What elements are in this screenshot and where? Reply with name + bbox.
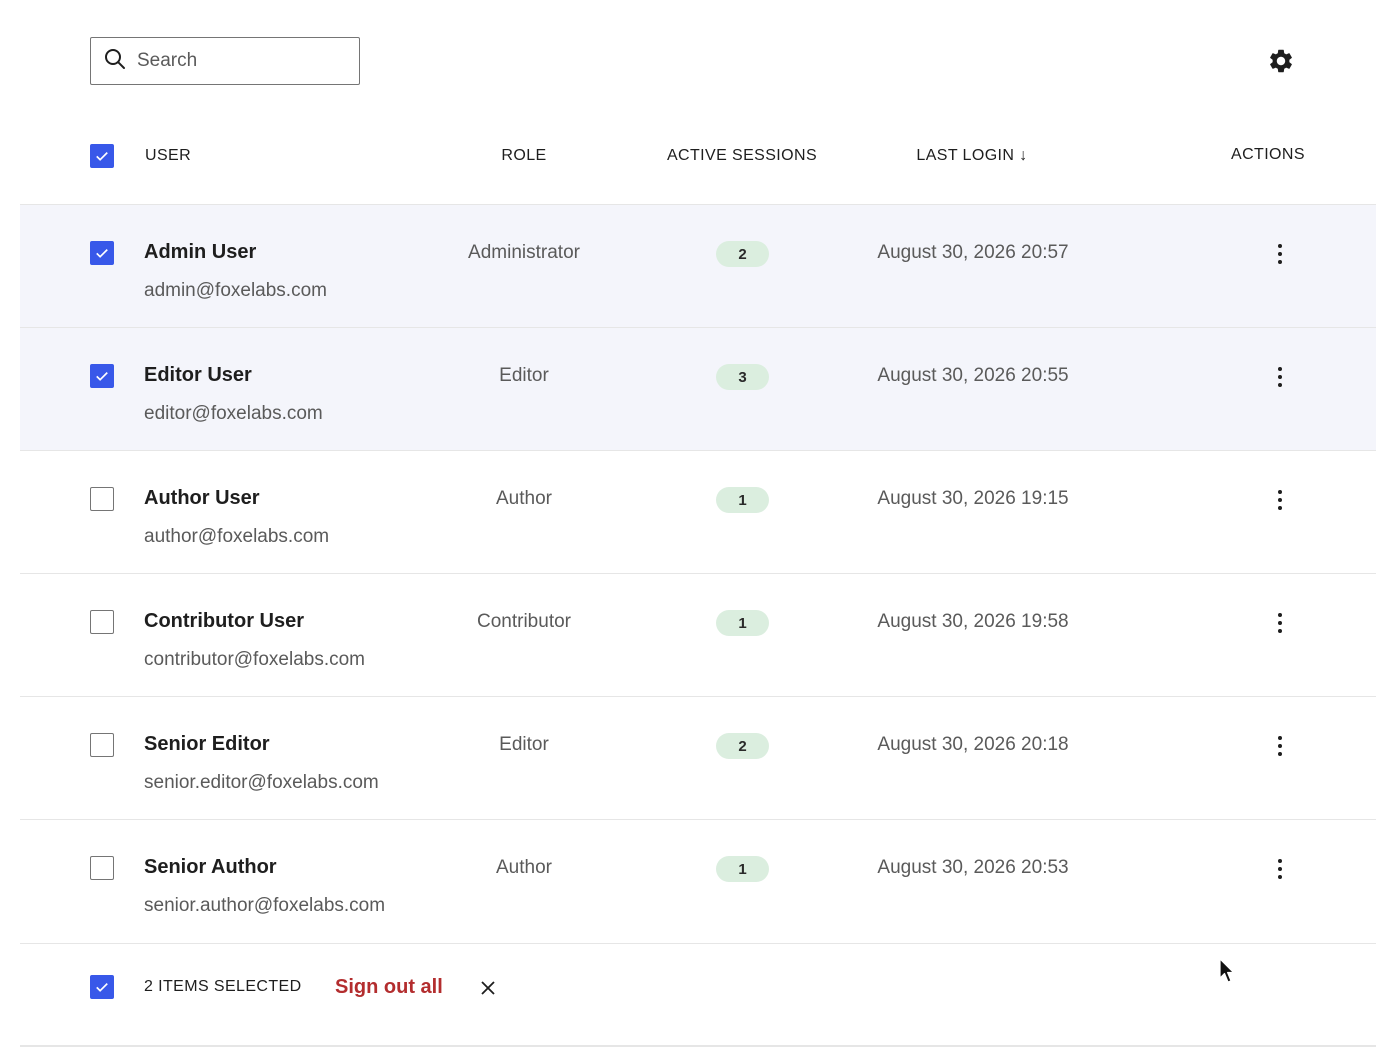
table-row: Senior Editor senior.editor@foxelabs.com…: [20, 696, 1376, 819]
table-row: Senior Author senior.author@foxelabs.com…: [20, 819, 1376, 942]
user-name[interactable]: Author User: [144, 487, 260, 510]
active-sessions-badge: 2: [716, 241, 769, 267]
settings-button[interactable]: [1267, 47, 1295, 75]
user-email: contributor@foxelabs.com: [144, 649, 365, 670]
gear-icon: [1267, 49, 1295, 79]
column-header-active-sessions[interactable]: ACTIVE SESSIONS: [667, 147, 817, 165]
table-row: Contributor User contributor@foxelabs.co…: [20, 573, 1376, 696]
last-login-date: August 30, 2026 20:57: [877, 242, 1069, 263]
column-header-user[interactable]: USER: [145, 147, 191, 165]
user-email: author@foxelabs.com: [144, 526, 330, 547]
last-login-date: August 30, 2026 19:15: [877, 488, 1069, 509]
sign-out-all-button[interactable]: Sign out all: [335, 976, 443, 999]
table-header: USER ROLE ACTIVE SESSIONS LAST LOGIN ↓ A…: [0, 130, 1400, 182]
checkmark-icon: [96, 152, 108, 161]
row-actions-button[interactable]: [1268, 485, 1292, 515]
more-vertical-icon: [1278, 736, 1282, 756]
column-header-actions: ACTIONS: [1231, 146, 1305, 163]
select-all-checkbox[interactable]: [90, 144, 114, 168]
user-name[interactable]: Admin User: [144, 241, 256, 264]
user-name[interactable]: Contributor User: [144, 610, 304, 633]
more-vertical-icon: [1278, 613, 1282, 633]
row-checkbox[interactable]: [90, 241, 114, 265]
user-name[interactable]: Editor User: [144, 364, 252, 387]
row-checkbox[interactable]: [90, 856, 114, 880]
user-email: senior.author@foxelabs.com: [144, 895, 386, 916]
user-role: Administrator: [468, 242, 580, 263]
table-row: Editor User editor@foxelabs.com Editor 3…: [20, 327, 1376, 450]
user-role: Contributor: [477, 611, 571, 632]
row-actions-button[interactable]: [1268, 362, 1292, 392]
users-table-body: Admin User admin@foxelabs.com Administra…: [20, 204, 1376, 942]
close-icon: [481, 981, 495, 995]
user-email: admin@foxelabs.com: [144, 280, 327, 301]
mouse-cursor-icon: [1219, 958, 1235, 983]
search-box[interactable]: [90, 37, 360, 85]
checkmark-icon: [96, 249, 108, 258]
user-name[interactable]: Senior Author: [144, 856, 277, 879]
user-sessions-page: USER ROLE ACTIVE SESSIONS LAST LOGIN ↓ A…: [0, 0, 1400, 1048]
checkmark-icon: [96, 983, 108, 992]
bulk-select-checkbox[interactable]: [90, 975, 114, 999]
active-sessions-badge: 3: [716, 364, 769, 390]
more-vertical-icon: [1278, 244, 1282, 264]
more-vertical-icon: [1278, 367, 1282, 387]
column-header-last-login[interactable]: LAST LOGIN ↓: [916, 147, 1027, 165]
search-input[interactable]: [137, 50, 337, 72]
last-login-date: August 30, 2026 20:18: [877, 734, 1069, 755]
active-sessions-badge: 1: [716, 610, 769, 636]
row-actions-button[interactable]: [1268, 731, 1292, 761]
bulk-actions-bar: 2 ITEMS SELECTED Sign out all: [20, 943, 1376, 1047]
last-login-date: August 30, 2026 19:58: [877, 611, 1069, 632]
active-sessions-badge: 1: [716, 487, 769, 513]
column-header-role[interactable]: ROLE: [501, 147, 546, 165]
more-vertical-icon: [1278, 859, 1282, 879]
row-actions-button[interactable]: [1268, 239, 1292, 269]
row-checkbox[interactable]: [90, 733, 114, 757]
row-checkbox[interactable]: [90, 364, 114, 388]
user-name[interactable]: Senior Editor: [144, 733, 270, 756]
clear-selection-button[interactable]: [476, 976, 500, 1000]
last-login-date: August 30, 2026 20:53: [877, 857, 1069, 878]
row-checkbox[interactable]: [90, 487, 114, 511]
user-email: editor@foxelabs.com: [144, 403, 323, 424]
last-login-date: August 30, 2026 20:55: [877, 365, 1069, 386]
table-row: Admin User admin@foxelabs.com Administra…: [20, 204, 1376, 327]
row-actions-button[interactable]: [1268, 608, 1292, 638]
checkmark-icon: [96, 372, 108, 381]
search-icon: [103, 47, 127, 76]
active-sessions-badge: 1: [716, 856, 769, 882]
row-checkbox[interactable]: [90, 610, 114, 634]
active-sessions-badge: 2: [716, 733, 769, 759]
user-role: Author: [496, 488, 552, 509]
more-vertical-icon: [1278, 490, 1282, 510]
row-actions-button[interactable]: [1268, 854, 1292, 884]
user-role: Editor: [499, 365, 549, 386]
user-role: Author: [496, 857, 552, 878]
selected-count-label: 2 ITEMS SELECTED: [144, 978, 302, 995]
user-email: senior.editor@foxelabs.com: [144, 772, 379, 793]
table-row: Author User author@foxelabs.com Author 1…: [20, 450, 1376, 573]
user-role: Editor: [499, 734, 549, 755]
